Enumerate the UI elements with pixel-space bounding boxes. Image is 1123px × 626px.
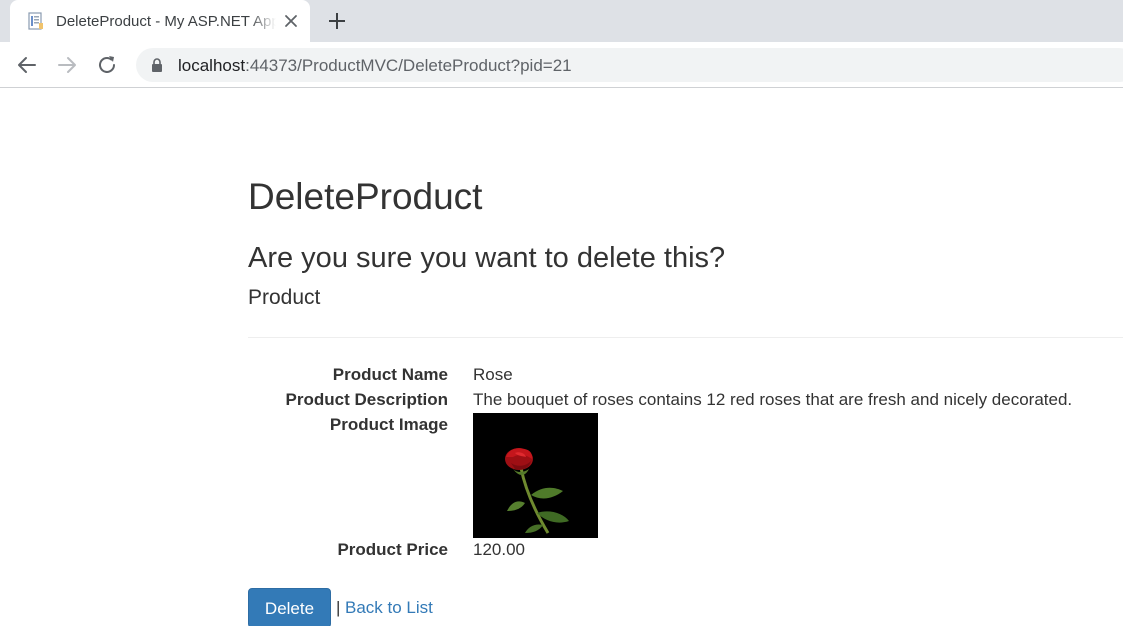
product-name-label: Product Name	[332, 365, 448, 384]
confirm-question: Are you sure you want to delete this?	[248, 242, 726, 274]
close-icon[interactable]	[282, 12, 300, 30]
browser-toolbar: localhost:44373/ProductMVC/DeleteProduct…	[0, 42, 1123, 88]
product-image-label: Product Image	[329, 415, 448, 434]
delete-button[interactable]: Delete	[248, 588, 331, 626]
page-title: DeleteProduct	[248, 176, 483, 217]
back-to-list-link[interactable]: Back to List	[345, 598, 433, 618]
browser-tabstrip: DeleteProduct - My ASP.NET Application	[0, 0, 1123, 42]
plus-icon[interactable]	[326, 10, 348, 32]
back-arrow-icon[interactable]	[15, 53, 39, 77]
browser-tab[interactable]: DeleteProduct - My ASP.NET Application	[10, 0, 310, 42]
lock-icon[interactable]	[151, 58, 163, 72]
reload-icon[interactable]	[95, 53, 119, 77]
product-price-label: Product Price	[337, 540, 448, 559]
page-favicon-icon	[26, 11, 46, 31]
entity-heading: Product	[248, 286, 321, 309]
divider	[248, 337, 1123, 338]
url-path: :44373/ProductMVC/DeleteProduct?pid=21	[245, 56, 572, 75]
url-text: localhost:44373/ProductMVC/DeleteProduct…	[178, 56, 572, 76]
tab-title: DeleteProduct - My ASP.NET Application	[56, 12, 276, 30]
product-description-label: Product Description	[285, 390, 448, 409]
product-price-value: 120.00	[473, 540, 525, 559]
url-host: localhost	[178, 56, 246, 75]
product-name-value: Rose	[473, 365, 513, 384]
forward-arrow-icon[interactable]	[55, 53, 79, 77]
address-bar[interactable]: localhost:44373/ProductMVC/DeleteProduct…	[136, 48, 1123, 82]
product-description-value: The bouquet of roses contains 12 red ros…	[473, 390, 1073, 409]
action-separator: |	[336, 598, 341, 617]
product-image	[473, 413, 598, 538]
